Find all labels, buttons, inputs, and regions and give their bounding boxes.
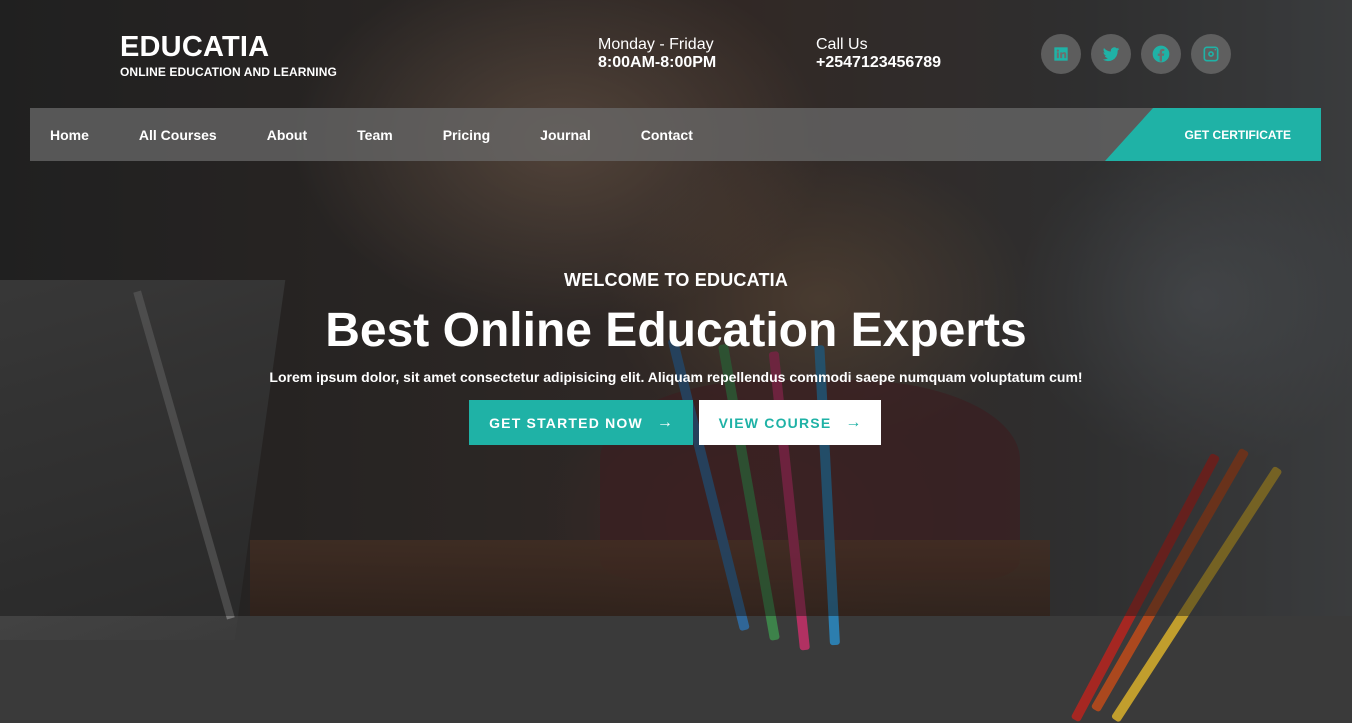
- nav-item-about[interactable]: About: [267, 127, 307, 143]
- hours-label: Monday - Friday: [598, 36, 714, 53]
- hours-value: 8:00AM-8:00PM: [598, 54, 717, 71]
- instagram-icon: [1203, 46, 1219, 62]
- nav-item-contact[interactable]: Contact: [641, 127, 693, 143]
- opening-hours: Monday - Friday 8:00AM-8:00PM: [598, 36, 716, 72]
- nav-item-all-courses[interactable]: All Courses: [139, 127, 217, 143]
- main-nav: Home All Courses About Team Pricing Jour…: [30, 108, 1321, 161]
- arrow-right-icon: →: [656, 413, 673, 431]
- nav-item-team[interactable]: Team: [357, 127, 393, 143]
- hero-lead: Lorem ipsum dolor, sit amet consectetur …: [269, 369, 1083, 385]
- arrow-right-icon: →: [845, 413, 862, 431]
- facebook-button[interactable]: [1141, 34, 1181, 74]
- phone-contact: Call Us +2547123456789: [816, 36, 941, 72]
- get-started-label: GET STARTED NOW: [489, 414, 643, 431]
- linkedin-icon: [1054, 47, 1068, 61]
- twitter-button[interactable]: [1091, 34, 1131, 74]
- hero-kicker: WELCOME TO EDUCATIA: [563, 270, 789, 290]
- phone-label: Call Us: [816, 36, 868, 53]
- twitter-icon: [1102, 47, 1120, 62]
- linkedin-button[interactable]: [1041, 34, 1081, 74]
- brand-tagline: ONLINE EDUCATION AND LEARNING: [120, 65, 337, 79]
- instagram-button[interactable]: [1191, 34, 1231, 74]
- view-course-button[interactable]: VIEW COURSE →: [699, 400, 881, 445]
- nav-item-home[interactable]: Home: [50, 127, 89, 143]
- view-course-label: VIEW COURSE: [718, 414, 832, 431]
- get-certificate-label: GET CERTIFICATE: [1184, 127, 1291, 142]
- brand-logo[interactable]: EDUCATIA ONLINE EDUCATION AND LEARNING: [120, 32, 337, 79]
- brand-name: EDUCATIA: [120, 31, 270, 63]
- get-started-button[interactable]: GET STARTED NOW →: [469, 400, 693, 445]
- top-header: EDUCATIA ONLINE EDUCATION AND LEARNING M…: [0, 0, 1352, 108]
- nav-item-journal[interactable]: Journal: [540, 127, 591, 143]
- phone-value[interactable]: +2547123456789: [816, 54, 941, 72]
- nav-item-pricing[interactable]: Pricing: [443, 127, 490, 143]
- hero-buttons: GET STARTED NOW → VIEW COURSE →: [469, 400, 881, 445]
- hero-section: WELCOME TO EDUCATIA Best Online Educatio…: [0, 270, 1352, 385]
- hero-title: Best Online Education Experts: [325, 304, 1027, 357]
- facebook-icon: [1152, 45, 1170, 63]
- social-links: [1041, 34, 1231, 74]
